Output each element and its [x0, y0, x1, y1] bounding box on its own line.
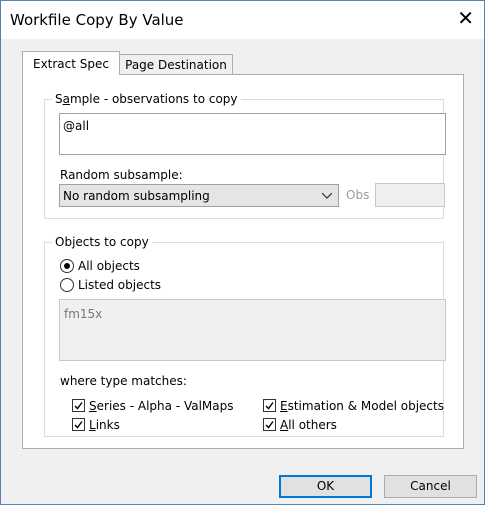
type-match-label: where type matches: [60, 374, 187, 388]
close-icon[interactable]: ✕ [457, 8, 474, 28]
all-objects-radio[interactable] [60, 259, 74, 273]
tab-page-destination[interactable]: Page Destination [119, 54, 233, 74]
copy-by-value-dialog: Workfile Copy By Value ✕ Extract Spec Pa… [0, 0, 485, 505]
title-bar: Workfile Copy By Value ✕ [1, 1, 484, 39]
checkmark-icon [265, 402, 274, 410]
sample-input[interactable]: @all [59, 113, 446, 155]
random-subsample-select[interactable]: No random subsampling [59, 184, 339, 207]
chevron-down-icon [322, 193, 332, 199]
window-title: Workfile Copy By Value [10, 11, 184, 29]
allothers-checkbox[interactable] [263, 418, 276, 431]
obs-input[interactable] [375, 183, 445, 207]
listed-objects-label[interactable]: Listed objects [78, 278, 161, 292]
sample-group-label: Sample - observations to copy [52, 92, 241, 106]
links-checkbox[interactable] [72, 418, 85, 431]
estimation-checkbox[interactable] [263, 399, 276, 412]
listed-objects-radio[interactable] [60, 278, 74, 292]
extract-spec-panel: Sample - observations to copy @all Rando… [22, 74, 464, 449]
listed-objects-value: fm15x [64, 307, 103, 321]
listed-objects-input[interactable]: fm15x [59, 299, 446, 361]
checkmark-icon [74, 421, 83, 429]
obs-label: Obs [346, 188, 370, 202]
tab-page-destination-label: Page Destination [125, 58, 227, 72]
series-checkbox-label[interactable]: Series - Alpha - ValMaps [89, 399, 234, 413]
links-checkbox-label[interactable]: Links [89, 418, 120, 432]
random-subsample-label: Random subsample: [60, 168, 183, 182]
checkmark-icon [265, 421, 274, 429]
sample-input-value: @all [63, 119, 90, 133]
checkmark-icon [74, 402, 83, 410]
ok-button[interactable]: OK [279, 475, 372, 498]
tab-extract-spec[interactable]: Extract Spec [22, 51, 120, 75]
series-checkbox[interactable] [72, 399, 85, 412]
all-objects-label[interactable]: All objects [78, 259, 140, 273]
random-subsample-value: No random subsampling [63, 189, 210, 203]
estimation-checkbox-label[interactable]: Estimation & Model objects [280, 399, 444, 413]
cancel-button[interactable]: Cancel [384, 475, 477, 498]
tab-extract-spec-label: Extract Spec [32, 57, 109, 71]
allothers-checkbox-label[interactable]: All others [280, 418, 337, 432]
objects-group-label: Objects to copy [52, 235, 152, 249]
